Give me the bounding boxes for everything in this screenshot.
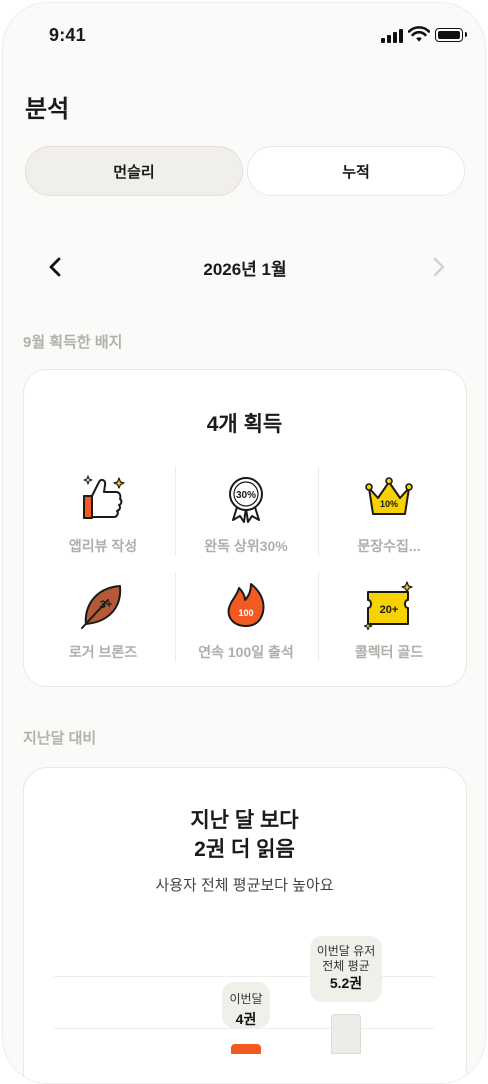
tab-monthly[interactable]: 먼슬리 (25, 146, 243, 196)
badge-item[interactable]: 10% 문장수집... (318, 466, 460, 566)
badge-item[interactable]: 20+ 콜렉터 골드 (318, 572, 460, 672)
badge-label: 완독 상위30% (204, 538, 288, 554)
headline-line-1: 지난 달 보다 (190, 809, 299, 832)
average-tooltip: 이번달 유저 전체 평균 5.2권 (310, 936, 382, 1002)
leaf-3plus-icon: 3+ (81, 585, 122, 629)
badge-label: 연속 100일 출석 (198, 644, 294, 660)
medal-30-icon: 30% (229, 477, 263, 523)
tab-cumulative[interactable]: 누적 (247, 146, 465, 196)
badge-label: 로거 브론즈 (68, 644, 138, 660)
cellular-signal-icon (381, 29, 403, 43)
flame-100-icon: 100 (227, 583, 265, 627)
crown-10-icon: 10% (365, 477, 413, 515)
tooltip-value: 5.2권 (329, 975, 363, 991)
tooltip-caption: 전체 평균 (322, 959, 370, 973)
comparison-subtitle: 사용자 전체 평균보다 높아요 (155, 877, 334, 894)
next-month-button[interactable] (423, 251, 455, 283)
badge-grid: 앱리뷰 작성 30% 완독 상위30% 10% 문장수집... 3+ 로거 브론… (32, 466, 458, 676)
svg-text:3+: 3+ (100, 599, 113, 611)
badge-label: 문장수집... (357, 538, 421, 554)
month-label: 2026년 1월 (203, 260, 287, 279)
page-title: 분석 (25, 96, 70, 123)
chevron-right-icon (433, 257, 445, 277)
average-bar (331, 1014, 361, 1054)
badge-count-title: 4개 획득 (206, 413, 283, 436)
badge-item[interactable]: 앱리뷰 작성 (32, 466, 174, 566)
battery-icon (435, 28, 467, 42)
month-navigator: 2026년 1월 (25, 247, 465, 287)
status-bar: 9:41 (3, 3, 485, 67)
period-segmented-control: 먼슬리 누적 (25, 146, 465, 198)
badge-item[interactable]: 30% 완독 상위30% (175, 466, 317, 566)
svg-text:100: 100 (238, 608, 253, 618)
thumbs-up-icon (83, 475, 125, 519)
comparison-headline: 지난 달 보다 2권 더 읽음 (24, 806, 465, 864)
tooltip-value: 4권 (235, 1011, 257, 1027)
svg-text:30%: 30% (236, 490, 256, 501)
tooltip-caption: 이번달 (229, 992, 263, 1006)
headline-line-2: 2권 더 읽음 (194, 838, 295, 861)
tooltip-caption: 이번달 유저 (316, 944, 376, 958)
wifi-icon (408, 26, 430, 42)
svg-text:10%: 10% (380, 499, 398, 509)
comparison-section-label: 지난달 대비 (23, 730, 97, 747)
badge-label: 앱리뷰 작성 (68, 538, 138, 554)
phone-frame: 9:41 분석 먼슬리 누적 2026년 1월 9월 획득한 배지 4개 획득 … (2, 2, 486, 1084)
badge-item[interactable]: 3+ 로거 브론즈 (32, 572, 174, 672)
badge-label: 콜렉터 골드 (354, 644, 424, 660)
comparison-card: 지난 달 보다 2권 더 읽음 사용자 전체 평균보다 높아요 이번달 4권 이… (23, 767, 467, 1083)
ticket-20plus-icon: 20+ (364, 581, 413, 630)
badge-item[interactable]: 100 연속 100일 출석 (175, 572, 317, 672)
svg-text:20+: 20+ (380, 604, 399, 616)
status-time: 9:41 (49, 25, 86, 45)
this-month-bar (231, 1044, 261, 1054)
badges-section-label: 9월 획득한 배지 (23, 334, 123, 351)
this-month-tooltip: 이번달 4권 (222, 982, 270, 1028)
badges-card: 4개 획득 앱리뷰 작성 30% 완독 상위30% 10% 문장수집... 3+… (23, 369, 467, 687)
